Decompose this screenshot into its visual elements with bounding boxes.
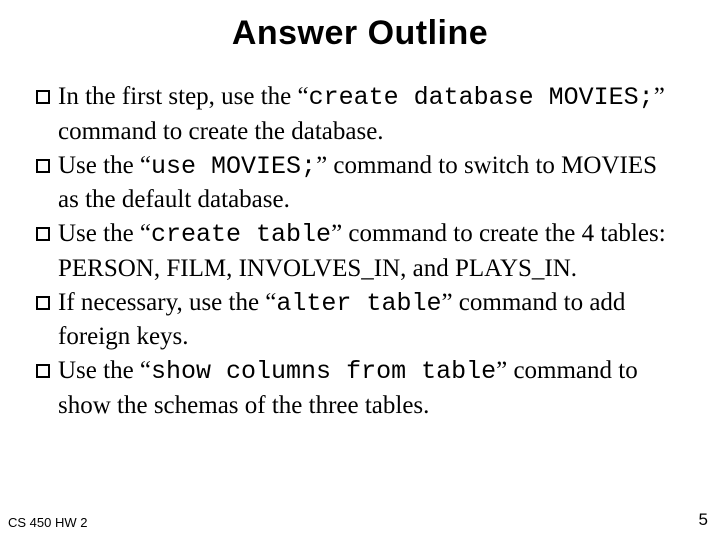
code-text: create table (151, 220, 331, 249)
list-item-text: Use the “use MOVIES;” command to switch … (58, 149, 684, 218)
list-item: Use the “create table” command to create… (36, 217, 684, 286)
page-number: 5 (699, 510, 708, 530)
list-item-text: Use the “create table” command to create… (58, 217, 684, 286)
square-bullet-icon (36, 159, 50, 173)
footer-left: CS 450 HW 2 (8, 515, 87, 530)
code-text: show columns from table (151, 357, 496, 386)
code-text: alter table (276, 289, 441, 318)
square-bullet-icon (36, 364, 50, 378)
list-item: In the first step, use the “create datab… (36, 80, 684, 149)
list-item: If necessary, use the “alter table” comm… (36, 286, 684, 355)
slide: Answer Outline In the first step, use th… (0, 0, 720, 540)
list-item-text: If necessary, use the “alter table” comm… (58, 286, 684, 355)
list-item: Use the “use MOVIES;” command to switch … (36, 149, 684, 218)
text-pre: Use the “ (58, 152, 151, 179)
list-item-text: In the first step, use the “create datab… (58, 80, 684, 149)
square-bullet-icon (36, 90, 50, 104)
list-item-text: Use the “show columns from table” comman… (58, 354, 684, 423)
text-pre: Use the “ (58, 220, 151, 247)
text-pre: In the first step, use the “ (58, 83, 309, 110)
code-text: create database MOVIES; (309, 83, 654, 112)
text-pre: If necessary, use the “ (58, 289, 276, 316)
list-item: Use the “show columns from table” comman… (36, 354, 684, 423)
square-bullet-icon (36, 227, 50, 241)
square-bullet-icon (36, 296, 50, 310)
text-pre: Use the “ (58, 357, 151, 384)
slide-body: In the first step, use the “create datab… (36, 80, 684, 423)
code-text: use MOVIES; (151, 152, 316, 181)
slide-title: Answer Outline (0, 14, 720, 53)
